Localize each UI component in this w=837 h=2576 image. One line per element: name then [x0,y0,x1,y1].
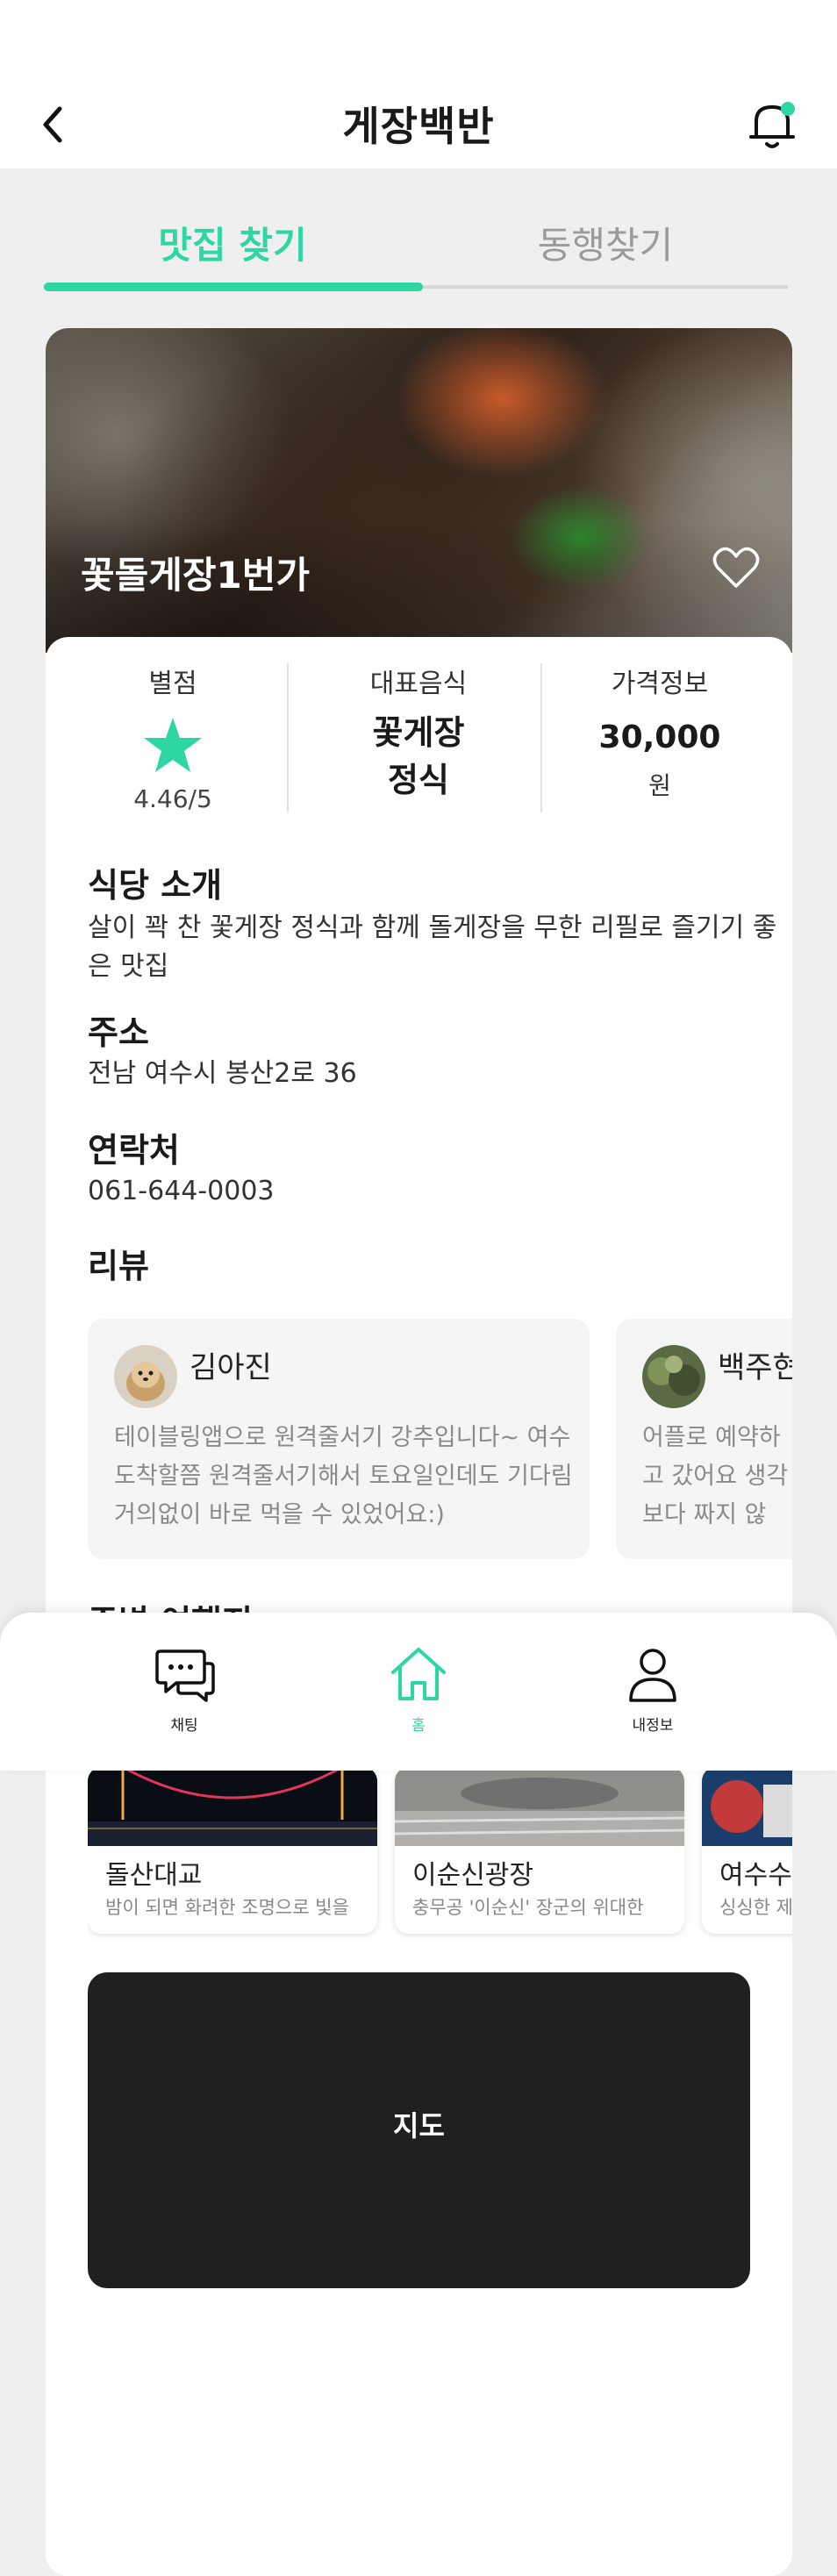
place-description: 싱싱한 제 [719,1897,792,1918]
chat-icon [155,1649,215,1702]
intro-title: 식당 소개 [88,866,223,905]
review-text: 테이블링앱으로 원격줄서기 강추입니다~ 여수 도착할쯤 원격줄서기해서 토요일… [114,1424,573,1528]
bottom-navigation: 채팅 홈 내정보 [0,1613,837,1771]
contact-title: 연락처 [88,1131,180,1170]
home-icon [391,1648,446,1700]
contact-text[interactable]: 061-644-0003 [88,1172,275,1211]
review-carousel[interactable]: 김아진 테이블링앱으로 원격줄서기 강추입니다~ 여수 도착할쯤 원격줄서기해서… [88,1319,792,1564]
notification-bell-icon[interactable] [746,97,798,153]
price-label: 가격정보 [611,669,709,699]
menu-label: 대표음식 [369,669,468,699]
place-card[interactable]: 이순신광장 충무공 '이순신' 장군의 위대한 [395,1767,684,1934]
address-text: 전남 여수시 봉산2로 36 [88,1058,357,1089]
review-text: 어플로 예약하고 갔어요 생각보다 짜지 않 [642,1424,789,1528]
nav-home-label: 홈 [411,1717,426,1735]
tab-companion-search[interactable]: 동행찾기 [421,219,790,272]
place-name: 이순신광장 [412,1860,533,1891]
app-header: 게장백반 [0,0,837,168]
place-card[interactable]: 여수수 싱싱한 제 [702,1767,792,1934]
tab-active-indicator [44,283,423,291]
place-photo [395,1767,684,1846]
menu-value: 꽃게장 정식 [372,713,465,799]
restaurant-card: 꽃돌게장1번가 별점 4.46/5 대표음식 꽃게장 정식 가격정보 30,00… [46,328,792,2576]
address-title: 주소 [88,1013,149,1052]
tab-restaurant-search[interactable]: 맛집 찾기 [44,219,421,272]
review-card[interactable]: 김아진 테이블링앱으로 원격줄서기 강추입니다~ 여수 도착할쯤 원격줄서기해서… [88,1319,590,1559]
place-description: 충무공 '이순신' 장군의 위대한 [412,1897,644,1918]
intro-text: 살이 꽉 찬 꽃게장 정식과 함께 돌게장을 무한 리필로 즐기기 좋은 맛집 [88,912,777,982]
review-card[interactable]: 백주현 어플로 예약하고 갔어요 생각보다 짜지 않 [616,1319,792,1559]
price-unit: 원 [648,771,671,800]
page-title: 게장백반 [342,103,495,150]
reviewer-name: 백주현 [718,1350,792,1385]
heart-icon[interactable] [712,546,760,590]
nav-home[interactable]: 홈 [348,1644,489,1735]
price-value: 30,000 [598,719,721,755]
restaurant-name: 꽃돌게장1번가 [81,554,311,597]
avatar [642,1345,705,1408]
nav-chat[interactable]: 채팅 [114,1644,254,1735]
avatar [114,1345,177,1408]
nav-profile[interactable]: 내정보 [583,1644,723,1735]
place-name: 여수수 [719,1860,792,1891]
rating-label: 별점 [148,669,197,699]
reviews-title: 리뷰 [88,1247,149,1285]
place-card[interactable]: 돌산대교 밤이 되면 화려한 조명으로 빛을 [88,1767,377,1934]
nearby-carousel[interactable]: 돌산대교 밤이 되면 화려한 조명으로 빛을 이순신광장 충무공 '이순신' 장… [88,1767,792,1943]
place-name: 돌산대교 [105,1860,203,1891]
star-icon [144,718,202,772]
reviewer-name: 김아진 [190,1350,272,1385]
stat-divider [287,663,289,812]
nav-chat-label: 채팅 [170,1717,198,1735]
rating-value: 4.46/5 [133,784,212,813]
nav-profile-label: 내정보 [632,1717,674,1735]
user-icon [629,1649,676,1702]
place-photo [88,1767,377,1846]
map-label: 지도 [393,2109,445,2143]
map-view[interactable]: 지도 [88,1972,750,2288]
place-photo [702,1767,792,1846]
place-description: 밤이 되면 화려한 조명으로 빛을 [105,1897,349,1918]
